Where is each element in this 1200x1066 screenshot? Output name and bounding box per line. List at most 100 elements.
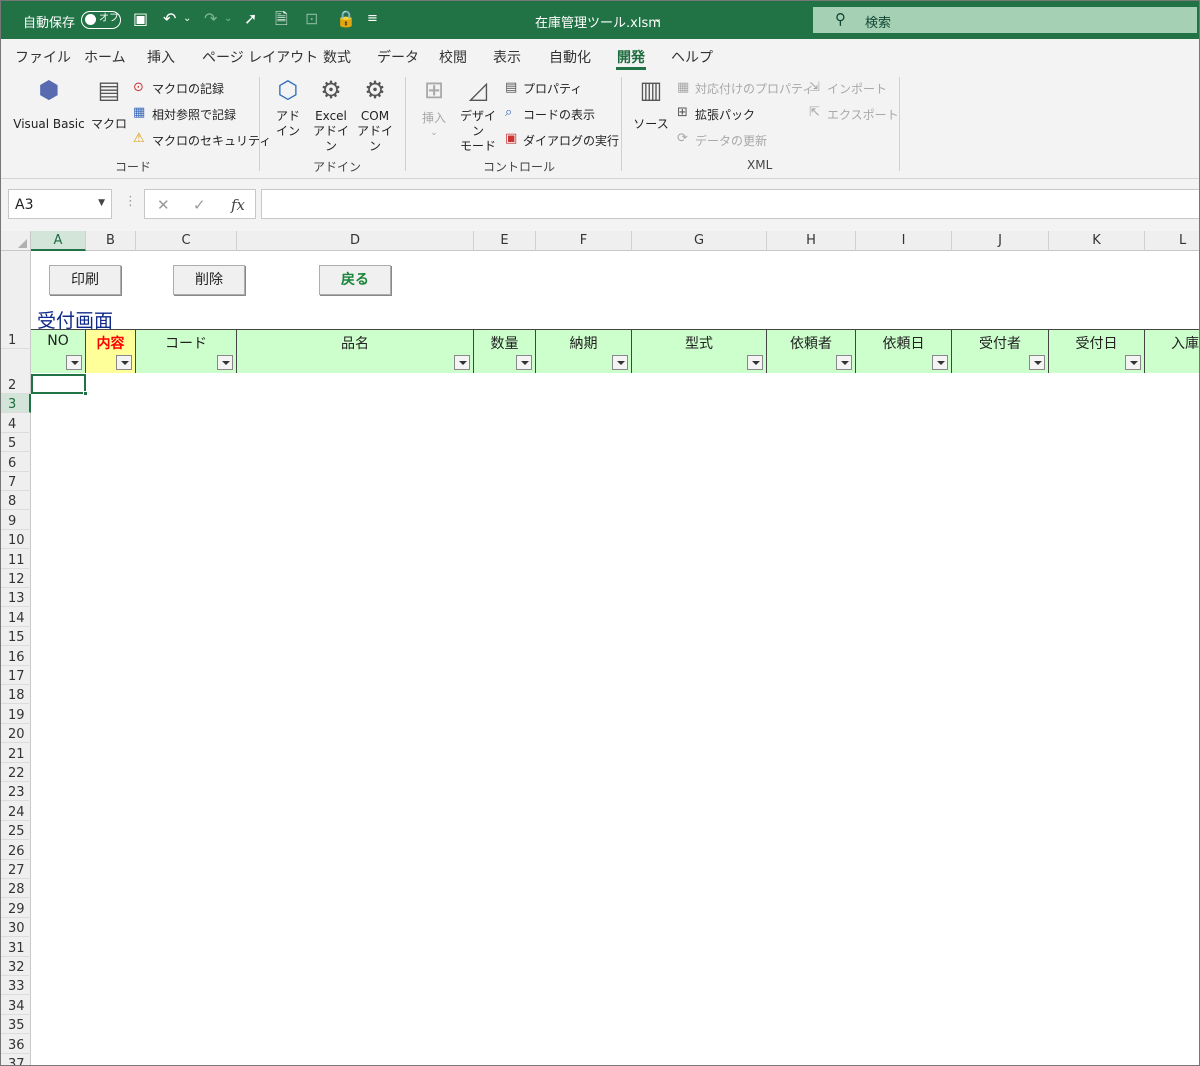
excel-addins-button[interactable]: ⚙ Excel アドイン bbox=[309, 75, 353, 154]
select-all-button[interactable] bbox=[1, 231, 31, 251]
column-header-h[interactable]: H bbox=[767, 231, 856, 251]
header-cell-requester[interactable]: 依頼者 bbox=[767, 330, 856, 373]
row-header[interactable]: 9 bbox=[1, 510, 31, 530]
customize-qat-icon[interactable]: ≡ bbox=[367, 9, 378, 29]
tab-automate[interactable]: 自動化 bbox=[549, 47, 591, 67]
view-code-button[interactable]: コードの表示 bbox=[523, 106, 595, 123]
redo-dropdown-icon[interactable]: ⌄ bbox=[224, 9, 232, 29]
column-header-a[interactable]: A bbox=[31, 231, 86, 251]
column-header-i[interactable]: I bbox=[856, 231, 952, 251]
row-header[interactable]: 16 bbox=[1, 646, 31, 666]
header-cell-due-date[interactable]: 納期 bbox=[536, 330, 632, 373]
more-options-icon[interactable]: ⋮ bbox=[124, 194, 137, 209]
row-header[interactable]: 27 bbox=[1, 860, 31, 879]
check-icon[interactable]: ✓ bbox=[193, 196, 206, 214]
filter-dropdown-icon[interactable] bbox=[66, 355, 82, 370]
row-header[interactable]: 4 bbox=[1, 413, 31, 433]
row-header[interactable]: 20 bbox=[1, 724, 31, 744]
run-dialog-button[interactable]: ダイアログの実行 bbox=[523, 132, 619, 149]
row-header[interactable]: 29 bbox=[1, 898, 31, 918]
row-header[interactable]: 19 bbox=[1, 704, 31, 724]
cancel-icon[interactable]: ✕ bbox=[157, 196, 170, 214]
header-cell-quantity[interactable]: 数量 bbox=[474, 330, 536, 373]
column-header-f[interactable]: F bbox=[536, 231, 632, 251]
row-header[interactable]: 26 bbox=[1, 840, 31, 860]
properties-button[interactable]: プロパティ bbox=[523, 80, 582, 97]
filter-dropdown-icon[interactable] bbox=[1125, 355, 1141, 370]
row-header[interactable]: 32 bbox=[1, 957, 31, 976]
undo-icon[interactable]: ↶ bbox=[163, 9, 176, 29]
filter-dropdown-icon[interactable] bbox=[612, 355, 628, 370]
header-cell-receiver[interactable]: 受付者 bbox=[952, 330, 1049, 373]
row-header[interactable]: 7 bbox=[1, 472, 31, 491]
delete-button[interactable]: 削除 bbox=[173, 265, 245, 295]
header-cell-product-name[interactable]: 品名 bbox=[237, 330, 474, 373]
export-button[interactable]: エクスポート bbox=[827, 106, 899, 123]
header-cell-model[interactable]: 型式 bbox=[632, 330, 767, 373]
tab-page-layout[interactable]: ページ レイアウト bbox=[202, 47, 318, 67]
header-cell-request-date[interactable]: 依頼日 bbox=[856, 330, 952, 373]
column-header-e[interactable]: E bbox=[474, 231, 536, 251]
row-header[interactable]: 31 bbox=[1, 937, 31, 957]
tab-view[interactable]: 表示 bbox=[493, 47, 521, 67]
header-cell-code[interactable]: コード bbox=[136, 330, 237, 373]
xml-source-button[interactable]: ▥ ソース bbox=[631, 75, 671, 132]
row-header[interactable]: 15 bbox=[1, 627, 31, 647]
header-cell-content[interactable]: 内容 bbox=[86, 330, 136, 373]
row-header[interactable]: 28 bbox=[1, 879, 31, 899]
row-header[interactable]: 24 bbox=[1, 801, 31, 821]
column-header-l[interactable]: L bbox=[1145, 231, 1199, 251]
record-macro-button[interactable]: マクロの記録 bbox=[152, 80, 224, 97]
expansion-packs-button[interactable]: 拡張パック bbox=[695, 106, 755, 123]
file-name[interactable]: 在庫管理ツール.xlsm bbox=[535, 12, 661, 31]
tab-data[interactable]: データ bbox=[377, 47, 419, 67]
back-button[interactable]: 戻る bbox=[319, 265, 391, 295]
chevron-down-icon[interactable]: ▼ bbox=[98, 198, 105, 208]
row-header[interactable]: 3 bbox=[1, 394, 31, 414]
print-button[interactable]: 印刷 bbox=[49, 265, 121, 295]
relative-reference-button[interactable]: 相対参照で記録 bbox=[152, 106, 236, 123]
pointer-icon[interactable]: ➚ bbox=[244, 9, 257, 29]
row-header[interactable]: 13 bbox=[1, 588, 31, 608]
macro-security-button[interactable]: マクロのセキュリティ bbox=[152, 132, 271, 149]
search-box[interactable]: ⚲ 検索 bbox=[813, 7, 1197, 33]
tab-formulas[interactable]: 数式 bbox=[323, 47, 351, 67]
tab-file[interactable]: ファイル bbox=[15, 47, 71, 67]
row-header[interactable]: 12 bbox=[1, 569, 31, 588]
filter-dropdown-icon[interactable] bbox=[932, 355, 948, 370]
filter-dropdown-icon[interactable] bbox=[747, 355, 763, 370]
fill-handle[interactable] bbox=[83, 391, 88, 396]
column-header-j[interactable]: J bbox=[952, 231, 1049, 251]
row-header[interactable]: 18 bbox=[1, 685, 31, 705]
undo-dropdown-icon[interactable]: ⌄ bbox=[183, 9, 191, 29]
column-header-k[interactable]: K bbox=[1049, 231, 1145, 251]
row-header[interactable]: 37 bbox=[1, 1054, 31, 1065]
chevron-down-icon[interactable]: ⌄ bbox=[653, 12, 662, 25]
row-header[interactable]: 22 bbox=[1, 763, 31, 782]
row-header[interactable]: 23 bbox=[1, 782, 31, 802]
row-header[interactable]: 1 bbox=[1, 251, 31, 349]
addins-button[interactable]: ⬡ アド イン bbox=[269, 75, 307, 139]
tab-home[interactable]: ホーム bbox=[84, 47, 126, 67]
filter-dropdown-icon[interactable] bbox=[116, 355, 132, 370]
filter-dropdown-icon[interactable] bbox=[1029, 355, 1045, 370]
insert-control-button[interactable]: ⊞ 挿入 ⌄ bbox=[415, 75, 453, 141]
visual-basic-button[interactable]: ⬢ Visual Basic bbox=[9, 75, 89, 132]
map-properties-button[interactable]: 対応付けのプロパティ bbox=[695, 80, 814, 97]
import-button[interactable]: インポート bbox=[827, 80, 887, 97]
row-header[interactable]: 21 bbox=[1, 743, 31, 763]
row-header[interactable]: 2 bbox=[1, 349, 31, 394]
column-header-b[interactable]: B bbox=[86, 231, 136, 251]
row-header[interactable]: 5 bbox=[1, 433, 31, 453]
macro-button[interactable]: ▤ マクロ bbox=[91, 75, 127, 132]
row-header[interactable]: 14 bbox=[1, 607, 31, 627]
row-header[interactable]: 10 bbox=[1, 530, 31, 550]
column-header-d[interactable]: D bbox=[237, 231, 474, 251]
row-header[interactable]: 36 bbox=[1, 1034, 31, 1054]
tab-help[interactable]: ヘルプ bbox=[671, 47, 713, 67]
form-icon[interactable]: ⊡ bbox=[305, 9, 318, 29]
lock-icon[interactable]: 🔒 bbox=[336, 9, 356, 29]
refresh-data-button[interactable]: データの更新 bbox=[695, 132, 767, 149]
row-header[interactable]: 34 bbox=[1, 995, 31, 1015]
row-header[interactable]: 17 bbox=[1, 666, 31, 685]
